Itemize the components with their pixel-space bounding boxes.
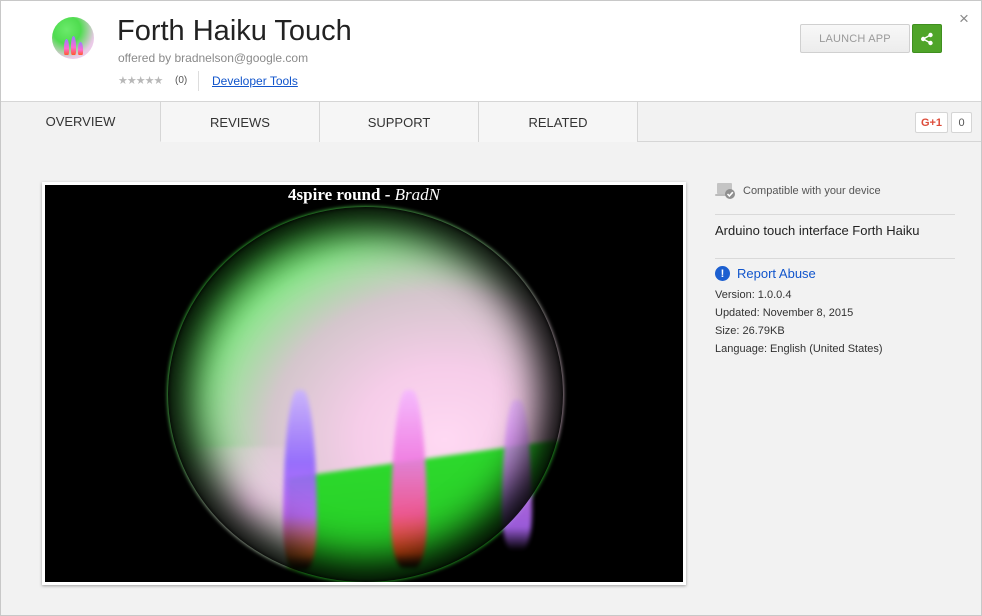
app-description: Arduino touch interface Forth Haiku (715, 223, 920, 238)
divider (715, 214, 955, 215)
divider (198, 71, 199, 91)
report-abuse-link[interactable]: ! Report Abuse (715, 266, 816, 281)
tab-overview[interactable]: OVERVIEW (1, 102, 161, 142)
caption-author: BradN (394, 185, 440, 204)
tab-reviews[interactable]: REVIEWS (161, 102, 320, 142)
share-icon (921, 32, 933, 45)
screenshot-caption: 4spire round - BradN (45, 185, 683, 205)
app-screenshot[interactable]: 4spire round - BradN (42, 182, 686, 585)
divider (715, 258, 955, 259)
share-button[interactable] (912, 24, 942, 53)
offered-by: offered by bradnelson@google.com (118, 51, 309, 65)
report-abuse-icon: ! (715, 266, 730, 281)
language-text: Language: English (United States) (715, 343, 883, 355)
star-rating-icon: ★★★★★ (118, 75, 163, 87)
size-text: Size: 26.79KB (715, 325, 785, 337)
tab-support[interactable]: SUPPORT (320, 102, 479, 142)
compatible-text: Compatible with your device (743, 185, 881, 197)
updated-text: Updated: November 8, 2015 (715, 307, 854, 319)
tab-related[interactable]: RELATED (479, 102, 638, 142)
app-detail-window: Forth Haiku Touch offered by bradnelson@… (0, 0, 982, 616)
caption-title: 4spire round - (288, 185, 395, 204)
launch-app-button[interactable]: LAUNCH APP (800, 24, 910, 53)
app-title: Forth Haiku Touch (117, 15, 352, 47)
close-icon[interactable]: × (956, 9, 972, 29)
app-icon (52, 17, 94, 59)
google-plus-count: 0 (951, 112, 972, 133)
report-abuse-label: Report Abuse (737, 266, 816, 281)
device-check-icon (715, 181, 737, 201)
app-header: Forth Haiku Touch offered by bradnelson@… (1, 1, 981, 102)
category-link[interactable]: Developer Tools (212, 74, 298, 88)
compatibility-status: Compatible with your device (715, 181, 881, 201)
google-plus-one-button[interactable]: G+1 (915, 112, 948, 133)
tab-bar: OVERVIEW REVIEWS SUPPORT RELATED (1, 102, 981, 142)
version-text: Version: 1.0.0.4 (715, 289, 792, 301)
rating-count: (0) (175, 75, 188, 86)
